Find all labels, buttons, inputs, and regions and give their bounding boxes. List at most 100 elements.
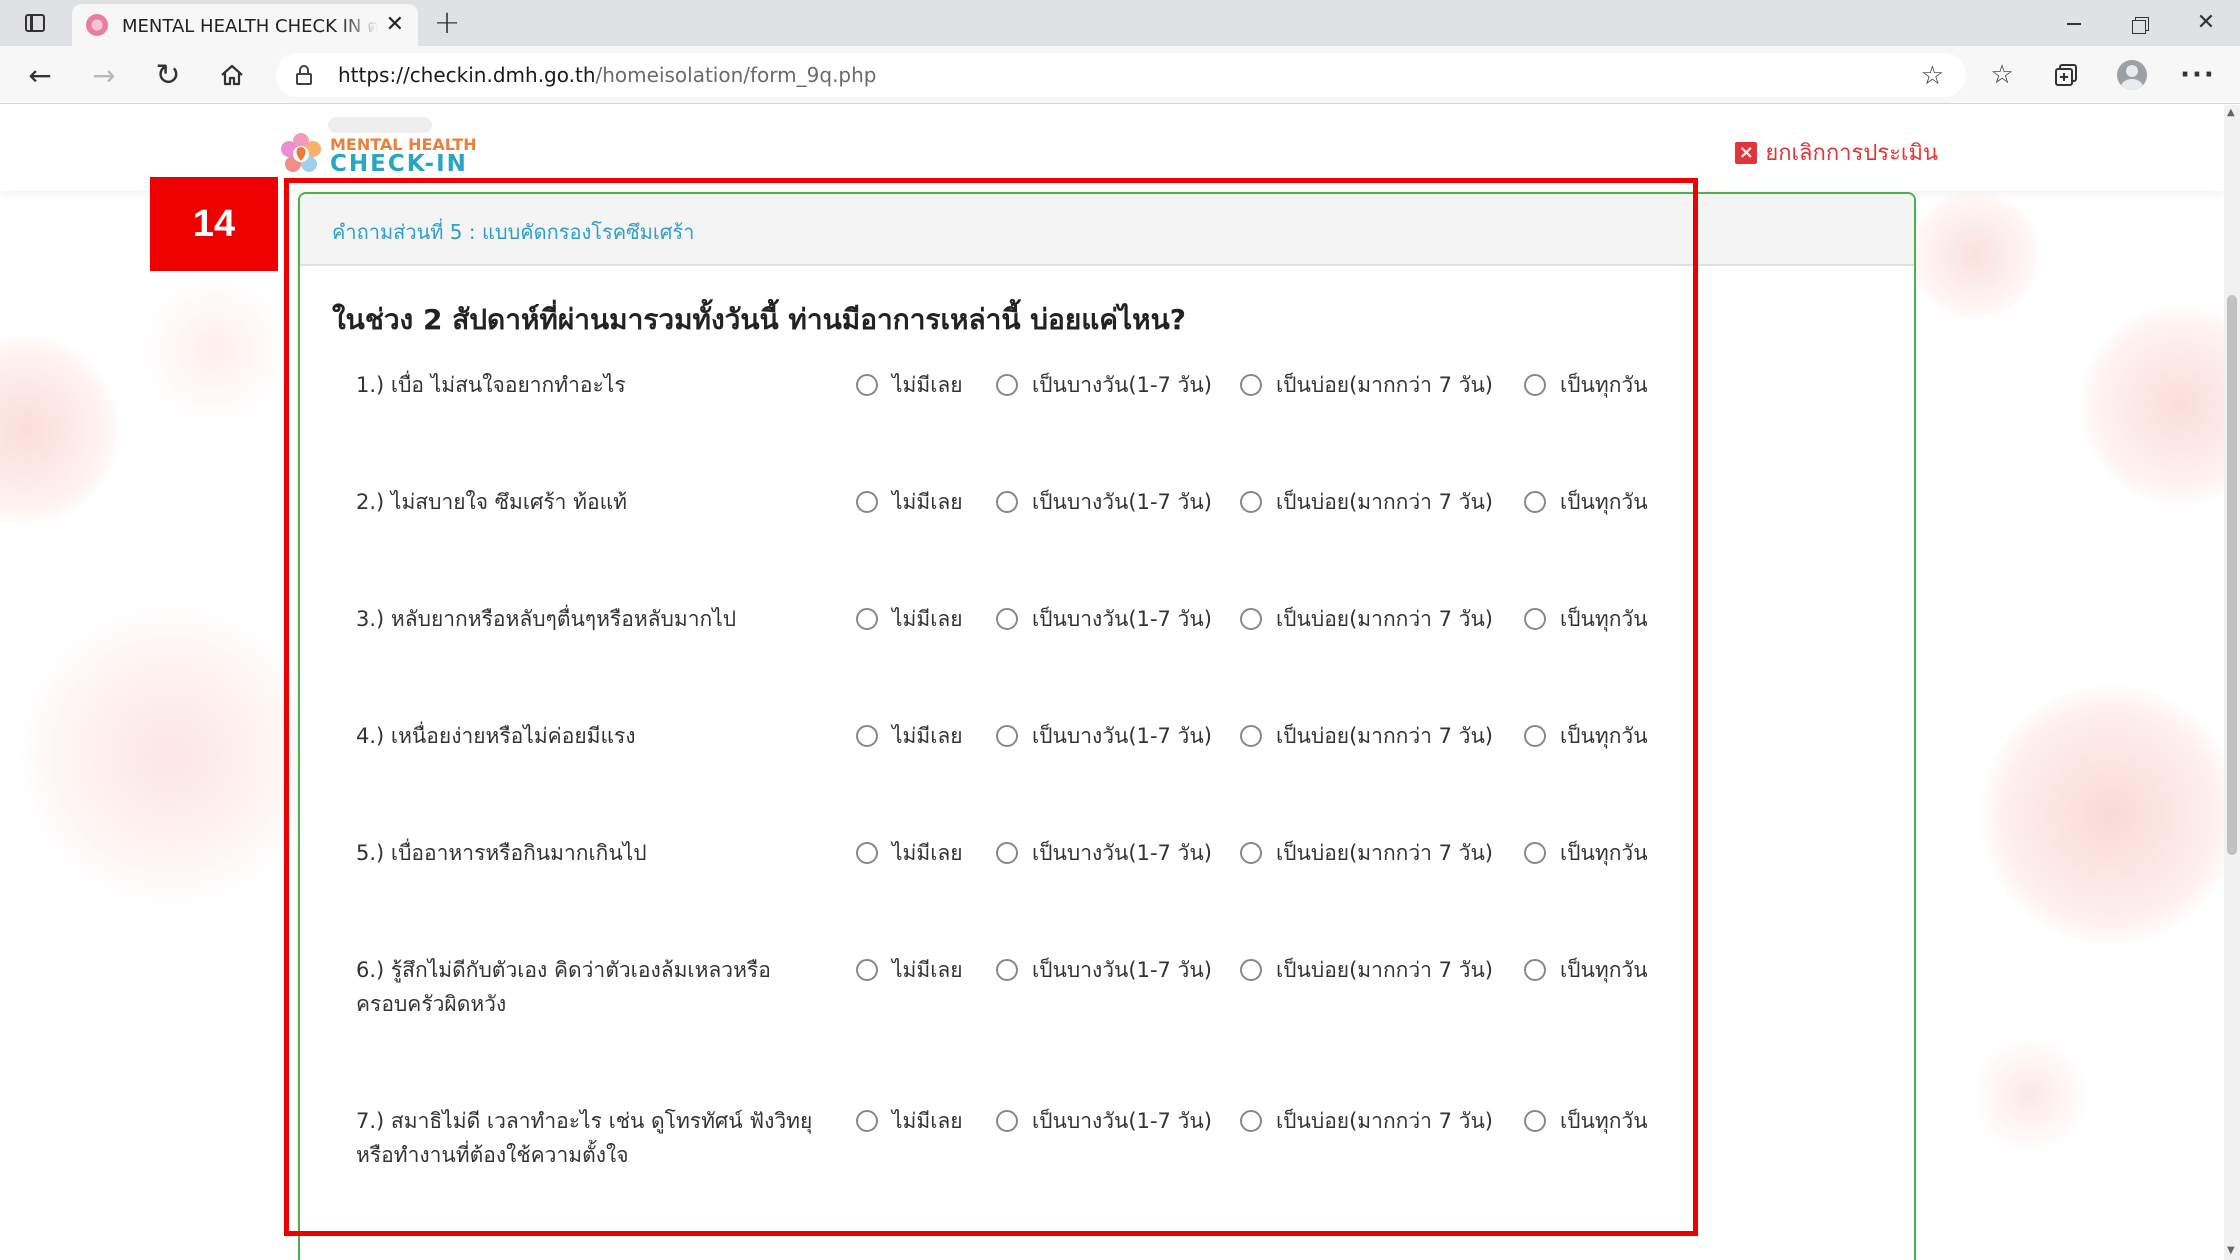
radio-button[interactable] xyxy=(1524,959,1546,981)
option-never[interactable]: ไม่มีเลย xyxy=(856,602,963,636)
radio-button[interactable] xyxy=(856,959,878,981)
new-tab-button[interactable]: + xyxy=(430,6,464,40)
radio-button[interactable] xyxy=(1524,608,1546,630)
minimize-button[interactable] xyxy=(2054,8,2094,38)
question-row: 2.) ไม่สบายใจ ซึมเศร้า ท้อแท้ ไม่มีเลย เ… xyxy=(356,485,1916,565)
option-never[interactable]: ไม่มีเลย xyxy=(856,719,963,753)
browser-tab[interactable]: MENTAL HEALTH CHECK IN ตรวจ ✕ xyxy=(72,4,418,46)
radio-button[interactable] xyxy=(996,374,1018,396)
section-title: คำถามส่วนที่ 5 : แบบคัดกรองโรคซึมเศร้า xyxy=(332,220,695,244)
option-every-day[interactable]: เป็นทุกวัน xyxy=(1524,719,1648,753)
option-some-days[interactable]: เป็นบางวัน(1-7 วัน) xyxy=(996,836,1212,870)
lock-icon[interactable] xyxy=(296,65,312,85)
star-plus-icon[interactable]: ☆ xyxy=(1921,61,1944,91)
radio-button[interactable] xyxy=(1240,725,1262,747)
option-never[interactable]: ไม่มีเลย xyxy=(856,485,963,519)
scroll-up-arrow-icon[interactable]: ▲ xyxy=(2227,107,2235,118)
radio-button[interactable] xyxy=(996,491,1018,513)
radio-button[interactable] xyxy=(996,959,1018,981)
option-label: เป็นบางวัน(1-7 วัน) xyxy=(1032,1108,1212,1133)
option-every-day[interactable]: เป็นทุกวัน xyxy=(1524,368,1648,402)
option-never[interactable]: ไม่มีเลย xyxy=(856,836,963,870)
back-arrow-icon[interactable]: ← xyxy=(20,56,60,94)
cancel-assessment-label: ยกเลิกการประเมิน xyxy=(1765,141,1938,166)
option-never[interactable]: ไม่มีเลย xyxy=(856,1104,963,1138)
option-every-day[interactable]: เป็นทุกวัน xyxy=(1524,602,1648,636)
radio-button[interactable] xyxy=(1524,374,1546,396)
radio-button[interactable] xyxy=(996,725,1018,747)
forward-arrow-icon[interactable]: → xyxy=(84,56,124,94)
collections-icon[interactable] xyxy=(2046,56,2086,94)
radio-button[interactable] xyxy=(856,608,878,630)
option-every-day[interactable]: เป็นทุกวัน xyxy=(1524,1104,1648,1138)
radio-button[interactable] xyxy=(1240,959,1262,981)
option-label: เป็นทุกวัน xyxy=(1560,840,1648,865)
option-label: เป็นทุกวัน xyxy=(1560,606,1648,631)
option-every-day[interactable]: เป็นทุกวัน xyxy=(1524,485,1648,519)
option-often[interactable]: เป็นบ่อย(มากกว่า 7 วัน) xyxy=(1240,602,1493,636)
option-label: เป็นบางวัน(1-7 วัน) xyxy=(1032,606,1212,631)
radio-button[interactable] xyxy=(856,725,878,747)
radio-button[interactable] xyxy=(996,608,1018,630)
more-icon[interactable]: ··· xyxy=(2178,56,2218,94)
option-some-days[interactable]: เป็นบางวัน(1-7 วัน) xyxy=(996,602,1212,636)
option-every-day[interactable]: เป็นทุกวัน xyxy=(1524,953,1648,987)
cancel-assessment-link[interactable]: × ยกเลิกการประเมิน xyxy=(1735,135,1938,170)
radio-button[interactable] xyxy=(1240,491,1262,513)
option-label: ไม่มีเลย xyxy=(892,489,963,514)
flower-favicon-icon xyxy=(86,14,108,36)
radio-button[interactable] xyxy=(856,842,878,864)
option-often[interactable]: เป็นบ่อย(มากกว่า 7 วัน) xyxy=(1240,1104,1493,1138)
scroll-down-arrow-icon[interactable]: ▼ xyxy=(2227,1245,2235,1256)
option-some-days[interactable]: เป็นบางวัน(1-7 วัน) xyxy=(996,719,1212,753)
reload-icon[interactable]: ↻ xyxy=(148,56,188,94)
home-icon[interactable] xyxy=(212,56,252,94)
virus-decoration xyxy=(1980,685,2224,945)
x-square-icon: × xyxy=(1735,141,1758,164)
option-some-days[interactable]: เป็นบางวัน(1-7 วัน) xyxy=(996,368,1212,402)
radio-button[interactable] xyxy=(1524,491,1546,513)
radio-button[interactable] xyxy=(856,491,878,513)
radio-button[interactable] xyxy=(996,1110,1018,1132)
tab-close-icon[interactable]: ✕ xyxy=(386,14,404,36)
favorites-icon[interactable]: ☆ xyxy=(1982,56,2022,94)
radio-button[interactable] xyxy=(856,1110,878,1132)
option-label: ไม่มีเลย xyxy=(892,723,963,748)
vertical-scrollbar[interactable]: ▲ ▼ xyxy=(2224,105,2240,1260)
option-some-days[interactable]: เป็นบางวัน(1-7 วัน) xyxy=(996,1104,1212,1138)
radio-button[interactable] xyxy=(1524,842,1546,864)
radio-button[interactable] xyxy=(1240,374,1262,396)
question-row: 4.) เหนื่อยง่ายหรือไม่ค่อยมีแรง ไม่มีเลย… xyxy=(356,719,1916,799)
site-logo[interactable]: MENTAL HEALTH CHECK-IN xyxy=(276,111,477,181)
profile-icon[interactable] xyxy=(2112,56,2152,94)
option-often[interactable]: เป็นบ่อย(มากกว่า 7 วัน) xyxy=(1240,836,1493,870)
option-every-day[interactable]: เป็นทุกวัน xyxy=(1524,836,1648,870)
scrollbar-thumb[interactable] xyxy=(2227,295,2237,855)
radio-button[interactable] xyxy=(996,842,1018,864)
restore-button[interactable] xyxy=(2120,8,2160,38)
radio-button[interactable] xyxy=(1524,725,1546,747)
option-label: เป็นบางวัน(1-7 วัน) xyxy=(1032,372,1212,397)
option-label: เป็นบ่อย(มากกว่า 7 วัน) xyxy=(1276,606,1494,631)
option-often[interactable]: เป็นบ่อย(มากกว่า 7 วัน) xyxy=(1240,719,1493,753)
radio-button[interactable] xyxy=(1240,1110,1262,1132)
window-close-button[interactable]: ✕ xyxy=(2186,8,2226,38)
questionnaire-card: คำถามส่วนที่ 5 : แบบคัดกรองโรคซึมเศร้า ใ… xyxy=(298,192,1916,1260)
option-never[interactable]: ไม่มีเลย xyxy=(856,953,963,987)
radio-button[interactable] xyxy=(856,374,878,396)
option-some-days[interactable]: เป็นบางวัน(1-7 วัน) xyxy=(996,485,1212,519)
tab-actions-icon[interactable] xyxy=(18,8,52,38)
url-text[interactable]: https://checkin.dmh.go.th/homeisolation/… xyxy=(338,63,877,87)
option-some-days[interactable]: เป็นบางวัน(1-7 วัน) xyxy=(996,953,1212,987)
option-often[interactable]: เป็นบ่อย(มากกว่า 7 วัน) xyxy=(1240,368,1493,402)
option-label: ไม่มีเลย xyxy=(892,372,963,397)
radio-button[interactable] xyxy=(1240,608,1262,630)
option-often[interactable]: เป็นบ่อย(มากกว่า 7 วัน) xyxy=(1240,485,1493,519)
radio-button[interactable] xyxy=(1524,1110,1546,1132)
option-label: ไม่มีเลย xyxy=(892,840,963,865)
option-never[interactable]: ไม่มีเลย xyxy=(856,368,963,402)
option-label: เป็นทุกวัน xyxy=(1560,489,1648,514)
option-often[interactable]: เป็นบ่อย(มากกว่า 7 วัน) xyxy=(1240,953,1493,987)
address-bar[interactable]: https://checkin.dmh.go.th/homeisolation/… xyxy=(276,53,1966,97)
radio-button[interactable] xyxy=(1240,842,1262,864)
